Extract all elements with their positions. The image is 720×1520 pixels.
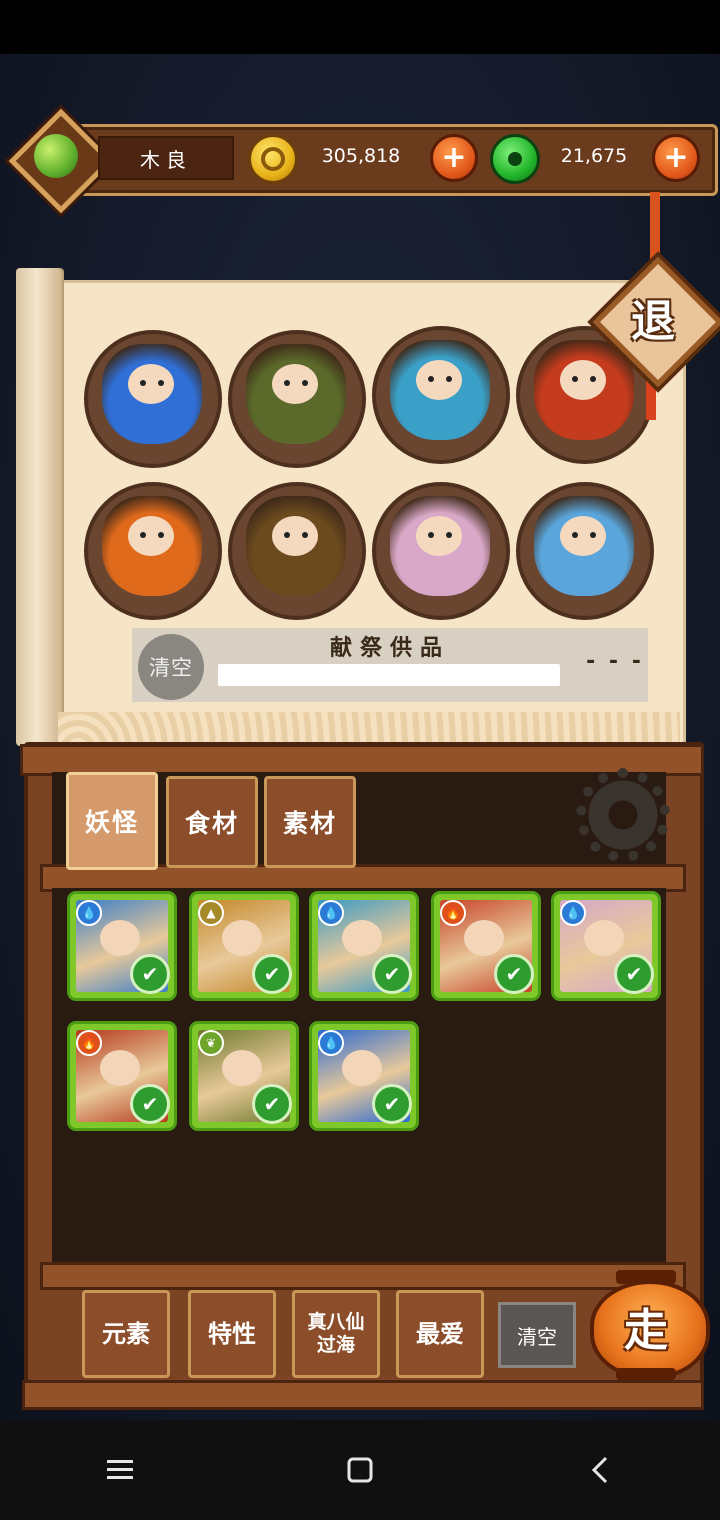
monster-face — [222, 1050, 262, 1086]
leaf-icon: ❦ — [198, 1030, 224, 1056]
monster-face — [464, 920, 504, 956]
exit-cord — [650, 192, 660, 262]
checkmark-icon: ✔ — [614, 954, 654, 994]
checkmark-icon: ✔ — [494, 954, 534, 994]
offering-portrait[interactable] — [228, 330, 366, 468]
character-face — [416, 360, 462, 400]
go-label: 走 — [624, 1305, 668, 1356]
back-icon[interactable] — [570, 1440, 630, 1500]
monster-face — [342, 920, 382, 956]
trait-filter-button[interactable]: 特性 — [188, 1290, 276, 1378]
character-eye — [446, 376, 452, 382]
monster-card[interactable]: ▲ ✔ — [192, 894, 296, 998]
monster-face — [342, 1050, 382, 1086]
character-eye — [140, 380, 146, 386]
checkmark-icon: ✔ — [130, 1084, 170, 1124]
character-eye — [428, 532, 434, 538]
element-filter-button[interactable]: 元素 — [82, 1290, 170, 1378]
monster-face — [222, 920, 262, 956]
character-eye — [590, 376, 596, 382]
offering-portrait[interactable] — [228, 482, 366, 620]
offering-count: - - - — [586, 648, 644, 674]
monster-card[interactable]: ❦ ✔ — [192, 1024, 296, 1128]
jade-emblem-icon — [34, 134, 78, 178]
character-eye — [284, 380, 290, 386]
monster-card[interactable]: 💧 ✔ — [554, 894, 658, 998]
character-face — [416, 516, 462, 556]
fire-icon: 🔥 — [76, 1030, 102, 1056]
character-face — [560, 516, 606, 556]
gold-coin-icon — [248, 134, 298, 184]
jade-amount: 21,675 — [560, 145, 628, 167]
earth-triangle-icon: ▲ — [198, 900, 224, 926]
monster-face — [100, 1050, 140, 1086]
character-face — [128, 516, 174, 556]
offering-portrait[interactable] — [516, 482, 654, 620]
monster-face — [584, 920, 624, 956]
monster-card[interactable]: 💧 ✔ — [312, 1024, 416, 1128]
menu-icon[interactable] — [90, 1440, 150, 1500]
checkmark-icon: ✔ — [130, 954, 170, 994]
offering-portrait[interactable] — [84, 482, 222, 620]
offering-title: 献祭供品 — [329, 636, 450, 661]
offering-portrait[interactable] — [84, 330, 222, 468]
gold-amount: 305,818 — [321, 145, 401, 167]
character-eye — [572, 376, 578, 382]
checkmark-icon: ✔ — [372, 1084, 412, 1124]
gear-icon — [576, 768, 670, 862]
status-bar — [0, 0, 720, 54]
character-eye — [158, 532, 164, 538]
character-eye — [302, 380, 308, 386]
monster-card[interactable]: 🔥 ✔ — [70, 1024, 174, 1128]
player-name: 木良 — [98, 136, 234, 180]
monster-card[interactable]: 💧 ✔ — [70, 894, 174, 998]
tab-ingredients[interactable]: 食材 — [166, 776, 258, 868]
character-eye — [428, 376, 434, 382]
go-button[interactable]: 走 — [586, 1270, 710, 1380]
character-eye — [446, 532, 452, 538]
favorite-filter-button[interactable]: 最爱 — [396, 1290, 484, 1378]
clear-offering-button[interactable]: 清空 — [138, 634, 204, 700]
character-face — [128, 364, 174, 404]
add-jade-button[interactable]: + — [652, 134, 700, 182]
character-eye — [572, 532, 578, 538]
offering-progress-bar — [218, 664, 560, 686]
home-icon[interactable] — [330, 1440, 390, 1500]
checkmark-icon: ✔ — [372, 954, 412, 994]
scroll-rod — [16, 268, 62, 746]
character-eye — [302, 532, 308, 538]
water-drop-icon: 💧 — [318, 1030, 344, 1056]
offering-portrait[interactable] — [372, 482, 510, 620]
exit-label: 退 — [631, 296, 675, 347]
cabinet-foot — [22, 1380, 704, 1410]
exit-button[interactable]: 退 — [592, 256, 720, 388]
tab-materials[interactable]: 素材 — [264, 776, 356, 868]
jade-coin-icon — [490, 134, 540, 184]
character-eye — [284, 532, 290, 538]
monster-card[interactable]: 💧 ✔ — [312, 894, 416, 998]
water-drop-icon: 💧 — [76, 900, 102, 926]
clear-selection-button[interactable]: 清空 — [498, 1302, 576, 1368]
checkmark-icon: ✔ — [252, 1084, 292, 1124]
character-eye — [158, 380, 164, 386]
character-face — [272, 364, 318, 404]
player-avatar[interactable] — [8, 108, 114, 214]
character-face — [272, 516, 318, 556]
character-eye — [140, 532, 146, 538]
monster-face — [100, 920, 140, 956]
water-drop-icon: 💧 — [318, 900, 344, 926]
navigation-bar — [0, 1420, 720, 1520]
offering-portrait[interactable] — [372, 326, 510, 464]
water-drop-icon: 💧 — [560, 900, 586, 926]
checkmark-icon: ✔ — [252, 954, 292, 994]
eight-immortals-button[interactable]: 真八仙 过海 — [292, 1290, 380, 1378]
monster-card[interactable]: 🔥 ✔ — [434, 894, 538, 998]
character-eye — [590, 532, 596, 538]
fire-icon: 🔥 — [440, 900, 466, 926]
add-gold-button[interactable]: + — [430, 134, 478, 182]
tab-monsters[interactable]: 妖怪 — [66, 772, 158, 870]
